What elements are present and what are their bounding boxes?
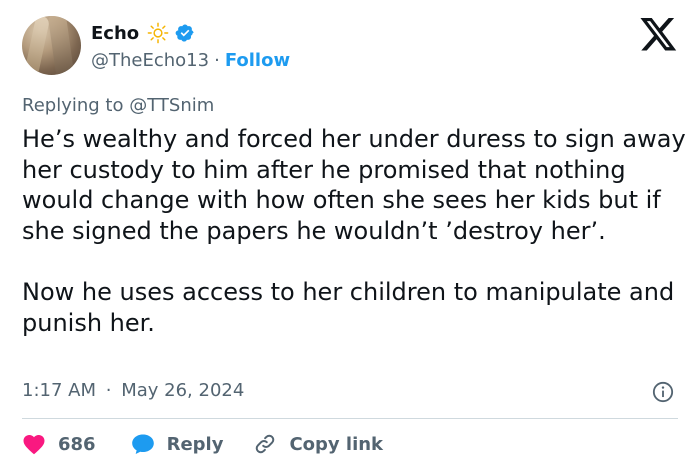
- tweet-text: He’s wealthy and forced her under duress…: [22, 125, 686, 337]
- tweet-time[interactable]: 1:17 AM: [22, 380, 96, 401]
- replying-to: Replying to @TTSnim: [22, 94, 214, 118]
- replying-to-label: Replying to: [22, 95, 124, 116]
- tweet-date[interactable]: May 26, 2024: [121, 380, 244, 401]
- sun-icon: [147, 22, 169, 44]
- avatar[interactable]: [22, 16, 81, 75]
- copy-link-label: Copy link: [289, 433, 384, 455]
- display-name[interactable]: Echo: [91, 23, 139, 44]
- action-bar: 686 Reply Copy link: [22, 430, 383, 458]
- avatar-hair-detail: [47, 16, 75, 75]
- info-icon[interactable]: [652, 381, 674, 403]
- author-name-row: Echo: [91, 20, 195, 46]
- heart-icon: [23, 435, 45, 455]
- verified-badge-icon: [175, 24, 194, 42]
- reply-label: Reply: [166, 433, 224, 455]
- speech-bubble-icon: [131, 434, 154, 454]
- reply-button[interactable]: Reply: [131, 433, 224, 455]
- link-icon: [256, 434, 275, 454]
- like-button[interactable]: 686: [22, 433, 96, 455]
- replying-to-mention[interactable]: @TTSnim: [129, 95, 214, 116]
- copy-link-button[interactable]: Copy link: [253, 432, 383, 456]
- separator: ·: [105, 380, 112, 401]
- author-handle[interactable]: @TheEcho13: [91, 50, 209, 71]
- separator: ·: [214, 49, 220, 71]
- timestamp[interactable]: 1:17 AM · May 26, 2024: [22, 379, 244, 403]
- author-handle-row: @TheEcho13 · Follow: [91, 48, 290, 72]
- avatar-hair-detail: [23, 16, 51, 75]
- like-count: 686: [58, 433, 96, 455]
- x-logo-icon[interactable]: [640, 18, 678, 52]
- follow-button[interactable]: Follow: [225, 50, 290, 71]
- divider: [22, 418, 678, 419]
